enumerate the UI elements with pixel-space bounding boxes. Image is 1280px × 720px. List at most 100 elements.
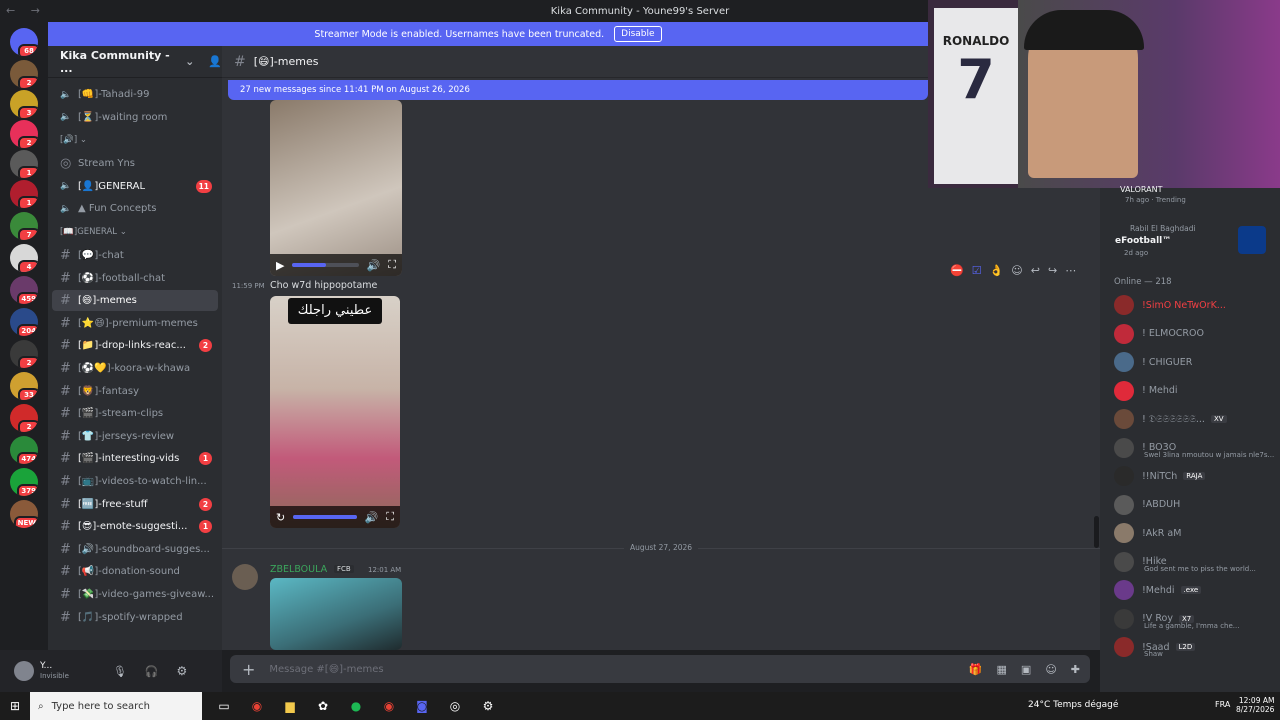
more-icon[interactable]: ⋯ xyxy=(1065,264,1076,277)
obs-icon[interactable]: ◎ xyxy=(444,695,466,717)
member-row[interactable]: !V Roy X7 Life a gamble, I'mma che... xyxy=(1114,606,1276,632)
fullscreen-icon[interactable]: ⛶ xyxy=(388,258,396,272)
channel-item[interactable]: # [📁]-drop-links-reac... 2 xyxy=(52,335,218,356)
disable-button[interactable]: Disable xyxy=(614,26,662,42)
channel-item[interactable]: 🔈 [👊]-Tahadi-99 xyxy=(52,84,218,105)
member-row[interactable]: ! 𝔇𝔖𝔖𝔖𝔖𝔖𝔖... XV xyxy=(1114,406,1276,432)
clock[interactable]: 12:09 AM 8/27/2026 xyxy=(1236,696,1274,714)
search-placeholder[interactable]: Type here to search xyxy=(52,701,150,712)
channel-item[interactable]: # [😄]-memes xyxy=(52,290,218,312)
add-attachment-icon[interactable]: + xyxy=(242,660,255,679)
server-icon[interactable]: 2 xyxy=(10,340,38,368)
fullscreen-icon[interactable]: ⛶ xyxy=(386,510,394,524)
task-view-icon[interactable]: ▭ xyxy=(213,695,235,717)
server-icon[interactable]: 3 xyxy=(10,90,38,118)
channel-category[interactable]: [📖]GENERAL ⌄ xyxy=(60,227,127,237)
server-icon[interactable]: 33 xyxy=(10,372,38,400)
new-messages-bar[interactable]: 27 new messages since 11:41 PM on August… xyxy=(228,80,928,100)
member-row[interactable]: !Mehdi .exe xyxy=(1114,577,1276,603)
headphones-icon[interactable]: 🎧 xyxy=(145,665,159,678)
channel-item[interactable]: 🔈 [👤]GENERAL 11 xyxy=(52,176,218,197)
ok-hand-icon[interactable]: 👌 xyxy=(990,264,1004,277)
spotify-icon[interactable]: ● xyxy=(345,695,367,717)
channel-item[interactable]: # [🦁]-fantasy xyxy=(52,381,218,402)
weather[interactable]: 24°C Temps dégagé xyxy=(1028,700,1118,710)
image-attachment[interactable] xyxy=(270,578,402,650)
emoji-icon[interactable]: ☺ xyxy=(1045,663,1056,676)
channel-item[interactable]: # [🎬]-stream-clips xyxy=(52,403,218,424)
channel-item[interactable]: 🔈 ▲ Fun Concepts xyxy=(52,198,218,219)
channel-item[interactable]: # [⚽💛]-koora-w-khawa xyxy=(52,358,218,379)
server-icon[interactable]: 1 xyxy=(10,180,38,208)
channel-item[interactable]: # [⭐😄]-premium-memes xyxy=(52,313,218,334)
chrome-icon[interactable]: ◉ xyxy=(378,695,400,717)
chevron-down-icon[interactable]: ⌄ xyxy=(185,55,194,68)
server-icon[interactable]: 68 xyxy=(10,28,38,56)
message-composer[interactable]: + Message #[😄]-memes 🎁 ▦ ▣ ☺ ✚ xyxy=(230,655,1090,683)
member-row[interactable]: ! Mehdi xyxy=(1114,378,1276,404)
member-row[interactable]: !Saad L2D Shaw xyxy=(1114,634,1276,660)
message-author[interactable]: ZBELBOULA xyxy=(270,564,327,575)
language[interactable]: FRA xyxy=(1215,700,1230,709)
video-attachment[interactable]: ▶ 🔊 ⛶ xyxy=(270,100,402,276)
app-icon[interactable]: ✿ xyxy=(312,695,334,717)
chrome-icon[interactable]: ◉ xyxy=(246,695,268,717)
check-icon[interactable]: ☑ xyxy=(972,264,982,277)
server-icon[interactable]: 4 xyxy=(10,244,38,272)
member-row[interactable]: ! BO3O Swel 3lina nmoutou w jamais nle7s.… xyxy=(1114,435,1276,461)
member-row[interactable]: !SimO NeTwOrK... xyxy=(1114,292,1276,318)
channel-item[interactable]: ◎ Stream Yns xyxy=(52,153,218,174)
volume-icon[interactable]: 🔊 xyxy=(367,259,381,272)
scrollbar[interactable] xyxy=(1094,516,1099,548)
avatar[interactable] xyxy=(232,564,258,590)
channel-item[interactable]: # [💬]-chat xyxy=(52,245,218,266)
channel-item[interactable]: # [🎵]-spotify-wrapped xyxy=(52,607,218,628)
channel-item[interactable]: # [💸]-video-games-giveaw... xyxy=(52,584,218,605)
server-icon[interactable]: 2 xyxy=(10,120,38,148)
file-explorer-icon[interactable]: ▆ xyxy=(279,695,301,717)
video-attachment[interactable]: عطيني راجلك ↻ 🔊 ⛶ xyxy=(270,296,400,528)
nav-arrows-icon[interactable]: ← → xyxy=(6,4,46,17)
play-icon[interactable]: ▶ xyxy=(276,259,284,272)
gif-icon[interactable]: ▦ xyxy=(997,663,1007,676)
member-row[interactable]: !AkR aM xyxy=(1114,520,1276,546)
sticker-icon[interactable]: ▣ xyxy=(1021,663,1031,676)
server-icon[interactable]: 379 xyxy=(10,468,38,496)
member-row[interactable]: !ABDUH xyxy=(1114,492,1276,518)
video-progress[interactable] xyxy=(292,263,359,267)
channel-item[interactable]: # [👕]-jerseys-review xyxy=(52,426,218,447)
server-icon[interactable]: 204 xyxy=(10,308,38,336)
member-row[interactable]: !!NiTCh RAJA xyxy=(1114,463,1276,489)
server-icon[interactable]: 2 xyxy=(10,60,38,88)
channel-category[interactable]: [🔊] ⌄ xyxy=(60,135,87,145)
server-icon[interactable]: 1 xyxy=(10,150,38,178)
apps-icon[interactable]: ✚ xyxy=(1071,663,1080,676)
settings-icon[interactable]: ⚙ xyxy=(477,695,499,717)
no-entry-icon[interactable]: ⛔ xyxy=(950,264,964,277)
channel-item[interactable]: # [😎]-emote-suggesti... 1 xyxy=(52,516,218,537)
member-row[interactable]: ! CHIGUER xyxy=(1114,349,1276,375)
taskbar-search[interactable]: ⌕ Type here to search xyxy=(30,692,202,720)
member-row[interactable]: ! ELMOCROO xyxy=(1114,321,1276,347)
reply-icon[interactable]: ↩ xyxy=(1031,264,1040,277)
gift-icon[interactable]: 🎁 xyxy=(969,663,983,676)
server-icon[interactable]: 2 xyxy=(10,404,38,432)
channel-item[interactable]: # [⚽]-football-chat xyxy=(52,268,218,289)
video-progress[interactable] xyxy=(293,515,357,519)
invite-icon[interactable]: 👤 xyxy=(208,55,222,68)
gear-icon[interactable]: ⚙ xyxy=(177,664,188,678)
windows-start-icon[interactable]: ⊞ xyxy=(10,699,20,713)
channel-item[interactable]: # [🆓]-free-stuff 2 xyxy=(52,494,218,515)
channel-item[interactable]: # [🔊]-soundboard-sugges... xyxy=(52,539,218,560)
replay-icon[interactable]: ↻ xyxy=(276,511,285,524)
forward-icon[interactable]: ↪ xyxy=(1048,264,1057,277)
server-icon[interactable]: 474 xyxy=(10,436,38,464)
server-icon[interactable]: NEW xyxy=(10,500,38,528)
server-header[interactable]: Kika Community - ... ⌄ 👤 xyxy=(48,46,222,78)
channel-item[interactable]: # [🎬]-interesting-vids 1 xyxy=(52,448,218,469)
channel-item[interactable]: # [📺]-videos-to-watch-lin... xyxy=(52,471,218,492)
channel-item[interactable]: 🔈 [⏳]-waiting room xyxy=(52,107,218,128)
server-icon[interactable]: 459 xyxy=(10,276,38,304)
composer-placeholder[interactable]: Message #[😄]-memes xyxy=(269,664,383,675)
add-reaction-icon[interactable]: ☺ xyxy=(1011,264,1022,277)
